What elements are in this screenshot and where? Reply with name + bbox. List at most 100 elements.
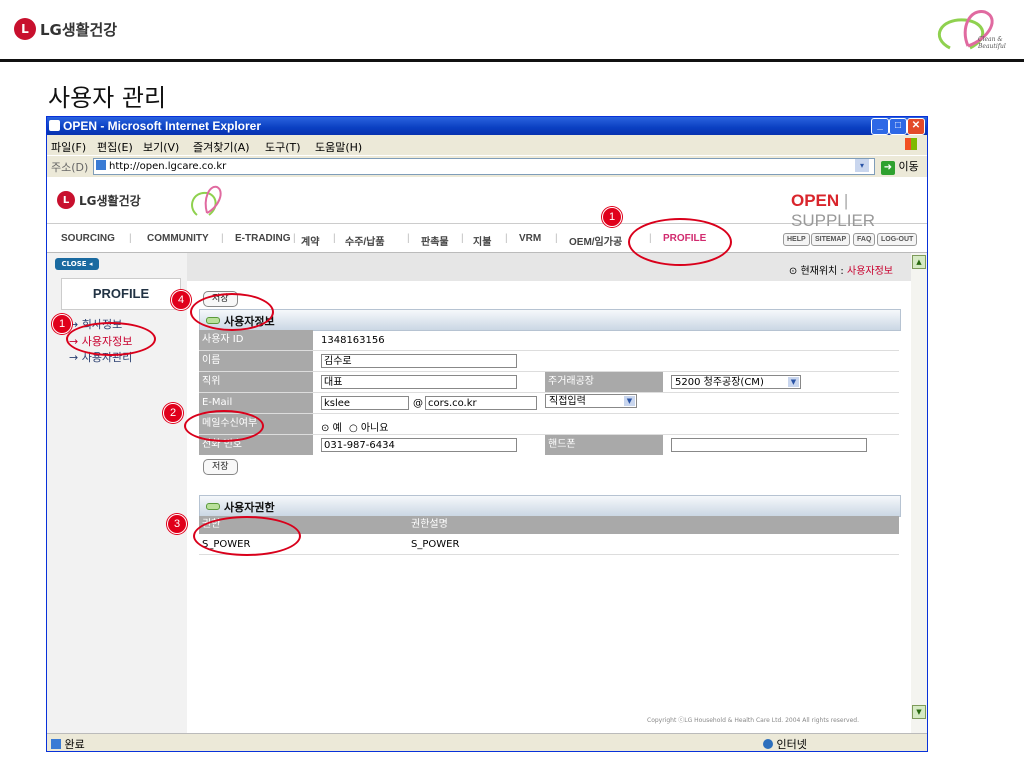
minimize-icon[interactable]: _: [871, 118, 889, 135]
name-label: 이름: [199, 351, 313, 371]
mobile-label: 핸드폰: [545, 435, 663, 455]
open-word: OPEN: [791, 191, 840, 210]
address-bar: 주소(D) http://open.lgcare.co.kr ▾ ➜ 이동: [47, 155, 927, 176]
nav-payment[interactable]: 지불: [473, 233, 491, 248]
nav-oem[interactable]: OEM/임가공: [569, 233, 622, 248]
zone-label: 인터넷: [776, 738, 807, 751]
logout-button[interactable]: LOG-OUT: [877, 233, 918, 246]
nav-contract[interactable]: 계약: [301, 233, 319, 248]
menu-favorites[interactable]: 즐겨찾기(A): [193, 139, 250, 155]
plant-label: 주거래공장: [545, 372, 663, 392]
radio-yes[interactable]: ⊙ 예: [321, 423, 342, 434]
go-button[interactable]: ➜ 이동: [881, 158, 919, 175]
page-icon: [51, 739, 61, 749]
nav-divider: |: [407, 233, 410, 244]
chevron-down-icon: ▼: [788, 377, 799, 387]
auth-col-description: 권한설명: [411, 519, 448, 530]
menu-file[interactable]: 파일(F): [51, 139, 86, 155]
nav-vrm[interactable]: VRM: [519, 233, 541, 244]
breadcrumb: ⊙ 현재위치 : 사용자정보: [788, 266, 893, 277]
annotation-ring-profile-nav: [628, 218, 732, 266]
nav-divider: |: [333, 233, 336, 244]
user-id-value: 1348163156: [321, 335, 385, 346]
clean-beautiful-logo: Clean & Beautiful: [930, 8, 1016, 54]
table-row: S_POWER S_POWER: [199, 536, 899, 555]
lg-logo-icon: L: [57, 191, 75, 209]
nav-sourcing[interactable]: SOURCING: [61, 233, 115, 244]
plant-value: 5200 청주공장(CM): [675, 377, 764, 388]
slide-brand-name: LG생활건강: [40, 20, 118, 39]
position-input[interactable]: 대표: [321, 375, 517, 389]
nav-promo[interactable]: 판촉물: [421, 233, 449, 248]
nav-divider: |: [293, 233, 296, 244]
auth-description-cell: S_POWER: [411, 539, 460, 550]
radio-yes-label: 예: [332, 423, 342, 434]
status-label: 완료: [64, 738, 85, 751]
ie-icon: [49, 120, 60, 131]
menu-tools[interactable]: 도구(T): [265, 139, 301, 155]
site-header: L LG생활건강 OPEN | SUPPLIER: [47, 177, 927, 230]
scroll-up-icon[interactable]: ▲: [912, 255, 926, 269]
mail-receive-radio-group: ⊙ 예 ○ 아니요: [321, 419, 388, 434]
menu-edit[interactable]: 편집(E): [97, 139, 133, 155]
section-icon: [206, 503, 220, 510]
email-domain-input[interactable]: cors.co.kr: [425, 396, 537, 410]
window-titlebar: OPEN - Microsoft Internet Explorer _ □ ✕: [47, 117, 927, 135]
email-domain-select[interactable]: 직접입력 ▼: [545, 394, 637, 408]
phone-input[interactable]: 031-987-6434: [321, 438, 517, 452]
page-content: L LG생활건강 OPEN | SUPPLIER SOURCING | COMM…: [47, 177, 927, 733]
page-icon: [96, 160, 106, 170]
logo-separator: |: [843, 191, 849, 210]
name-input[interactable]: 김수로: [321, 354, 517, 368]
nav-divider: |: [555, 233, 558, 244]
email-user-input[interactable]: kslee: [321, 396, 409, 410]
window-title: OPEN - Microsoft Internet Explorer: [63, 119, 262, 133]
radio-no[interactable]: ○ 아니요: [349, 423, 389, 434]
save-button-bottom[interactable]: 저장: [203, 459, 238, 475]
copyright: Copyright ⓒLG Household & Health Care Lt…: [647, 717, 860, 724]
annotation-badge-2: 2: [163, 403, 183, 423]
nav-orders[interactable]: 수주/납품: [345, 233, 385, 248]
address-input[interactable]: http://open.lgcare.co.kr: [93, 158, 875, 175]
go-arrow-icon: ➜: [881, 161, 895, 175]
menu-view[interactable]: 보기(V): [143, 139, 179, 155]
chevron-down-icon: ▼: [624, 396, 635, 406]
go-label: 이동: [898, 160, 919, 173]
address-dropdown-icon[interactable]: ▾: [855, 159, 869, 172]
maximize-icon[interactable]: □: [889, 118, 907, 135]
site-logo[interactable]: L LG생활건강: [57, 191, 141, 209]
help-button[interactable]: HELP: [783, 233, 810, 246]
main-content: ⊙ 현재위치 : 사용자정보 저장 사용자정보 사용자 ID 134816315…: [187, 253, 911, 733]
sidebar-title: PROFILE: [61, 278, 181, 310]
close-icon[interactable]: ✕: [907, 118, 925, 135]
slide-title: 사용자 관리: [48, 84, 167, 112]
radio-no-label: 아니요: [360, 423, 389, 434]
windows-flag-icon: [905, 138, 917, 150]
slide-tagline: Clean & Beautiful: [978, 36, 1006, 50]
nav-community[interactable]: COMMUNITY: [147, 233, 209, 244]
sitemap-button[interactable]: SITEMAP: [811, 233, 851, 246]
swoosh-icon: [191, 185, 222, 216]
faq-button[interactable]: FAQ: [853, 233, 876, 246]
auth-table-header: 권한 권한설명: [199, 516, 899, 534]
nav-divider: |: [461, 233, 464, 244]
close-sidebar-button[interactable]: CLOSE ◂: [55, 258, 99, 270]
annotation-ring-auth: [193, 516, 301, 556]
position-label: 직위: [199, 372, 313, 392]
annotation-ring-email: [184, 410, 264, 442]
mobile-input[interactable]: [671, 438, 867, 452]
scroll-down-icon[interactable]: ▼: [912, 705, 926, 719]
address-value: http://open.lgcare.co.kr: [109, 161, 227, 172]
annotation-badge-3: 3: [167, 514, 187, 534]
nav-divider: |: [129, 233, 132, 244]
nav-divider: |: [221, 233, 224, 244]
vertical-scrollbar[interactable]: ▲ ▼: [911, 253, 927, 733]
menu-help[interactable]: 도움말(H): [315, 139, 362, 155]
status-text: 완료: [51, 736, 85, 751]
nav-e-trading[interactable]: E-TRADING: [235, 233, 291, 244]
annotation-ring-save: [190, 293, 274, 331]
annotation-badge-1-nav: 1: [602, 207, 622, 227]
plant-select[interactable]: 5200 청주공장(CM) ▼: [671, 375, 801, 389]
site-brand-name: LG생활건강: [79, 193, 141, 208]
menu-bar: 파일(F) 편집(E) 보기(V) 즐겨찾기(A) 도구(T) 도움말(H): [47, 136, 927, 154]
